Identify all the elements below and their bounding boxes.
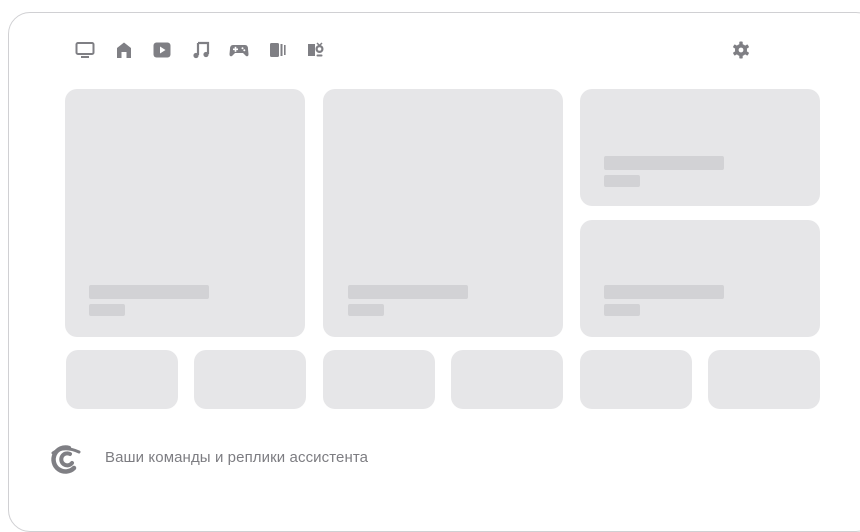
shortcut-tile-4[interactable] — [451, 350, 563, 409]
video-play-icon[interactable] — [152, 40, 172, 60]
tv-icon[interactable] — [75, 40, 95, 60]
assistant-transcript-text: Ваши команды и реплики ассистента — [105, 449, 369, 466]
content-card-1[interactable] — [65, 89, 305, 337]
subtitle-placeholder — [604, 175, 640, 187]
shortcut-tile-6[interactable] — [708, 350, 820, 409]
subtitle-placeholder — [89, 304, 125, 316]
shortcut-tile-2[interactable] — [194, 350, 306, 409]
music-icon[interactable] — [191, 40, 211, 60]
content-card-3[interactable] — [580, 89, 820, 206]
shortcut-tile-5[interactable] — [580, 350, 692, 409]
gear-icon[interactable] — [731, 40, 751, 60]
content-card-2[interactable] — [323, 89, 563, 337]
assistant-logo-icon[interactable] — [49, 443, 83, 475]
content-card-4[interactable] — [580, 220, 820, 337]
title-placeholder — [89, 285, 209, 299]
gamepad-icon[interactable] — [229, 40, 249, 60]
title-placeholder — [348, 285, 468, 299]
subtitle-placeholder — [604, 304, 640, 316]
home-icon[interactable] — [114, 40, 134, 60]
title-placeholder — [604, 285, 724, 299]
shortcut-tile-1[interactable] — [66, 350, 178, 409]
title-placeholder — [604, 156, 724, 170]
subtitle-placeholder — [348, 304, 384, 316]
book-icon[interactable] — [268, 40, 288, 60]
shortcut-tile-3[interactable] — [323, 350, 435, 409]
kids-icon[interactable] — [306, 40, 326, 60]
